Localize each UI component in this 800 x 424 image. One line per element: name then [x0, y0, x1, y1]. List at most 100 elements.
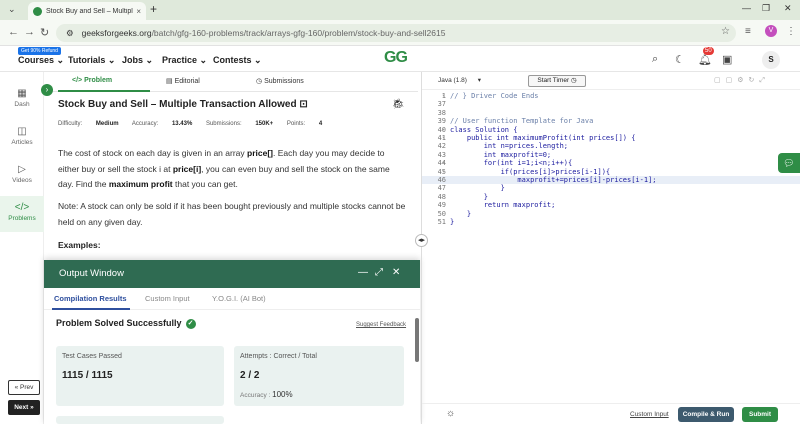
- close-output-icon[interactable]: ✕: [392, 267, 400, 278]
- compile-run-button[interactable]: Compile & Run: [678, 407, 734, 422]
- media-icon[interactable]: ≡: [745, 26, 751, 37]
- fold-toggle-icon[interactable]: ▾: [442, 134, 445, 142]
- code-line[interactable]: 47 }: [422, 184, 800, 192]
- expand-output-icon[interactable]: ⤢: [375, 267, 383, 278]
- problem-meta: Difficulty: Medium Accuracy: 13.43% Subm…: [58, 121, 323, 127]
- code-line[interactable]: 46 maxprofit+=prices[i]-prices[i-1];: [422, 176, 800, 185]
- nav-tutorials[interactable]: Tutorials ⌄: [68, 55, 115, 66]
- code-line[interactable]: 50 }: [422, 210, 800, 218]
- report-bug-icon[interactable]: 🐞︎: [392, 99, 405, 110]
- search-icon[interactable]: ⌕: [652, 53, 658, 66]
- minimize-output-icon[interactable]: —: [358, 267, 368, 278]
- tab-close-icon[interactable]: ×: [136, 7, 141, 16]
- code-line[interactable]: 42 int n=prices.length;: [422, 142, 800, 150]
- line-number: 49: [437, 201, 446, 210]
- tab-yogi-bot[interactable]: Y.O.G.I. (AI Bot): [212, 294, 266, 303]
- bookmark-star-icon[interactable]: ☆: [721, 26, 730, 37]
- code-line[interactable]: 40 ▾ class Solution {: [422, 126, 800, 134]
- code-line[interactable]: 41 ▾ public int maximumProfit(int prices[…: [422, 134, 800, 142]
- output-window: Output Window — ⤢ ✕ Compilation Results …: [44, 260, 420, 424]
- browser-menu-icon[interactable]: ⋮: [786, 26, 796, 37]
- fold-toggle-icon[interactable]: ▾: [442, 92, 445, 100]
- tab-compilation-results[interactable]: Compilation Results: [54, 294, 127, 303]
- dark-mode-icon[interactable]: ☾: [675, 53, 685, 66]
- output-tab-underline: [52, 308, 130, 310]
- test-cases-value: 1115 / 1115: [62, 370, 113, 381]
- collapse-rail-icon[interactable]: ›: [41, 84, 53, 96]
- code-line[interactable]: 51}: [422, 218, 800, 226]
- code-text: }: [450, 218, 455, 226]
- editor-tool-icons[interactable]: ▢▢⚙↻⤢: [714, 76, 770, 85]
- site-settings-icon[interactable]: ⚙: [66, 28, 74, 39]
- book-icon: ◫: [17, 126, 27, 137]
- prev-button[interactable]: « Prev: [8, 380, 40, 395]
- next-button[interactable]: Next »: [8, 400, 40, 415]
- nav-contests[interactable]: Contests ⌄: [213, 55, 262, 66]
- tab-list-chevron-icon[interactable]: ⌄: [8, 4, 16, 15]
- left-rail: ▦ Dash ◫ Articles ▷ Videos </> Problems: [0, 72, 44, 424]
- output-scrollbar[interactable]: [415, 318, 419, 362]
- forward-icon[interactable]: →: [24, 26, 35, 38]
- suggest-feedback-link[interactable]: Suggest Feedback: [356, 322, 406, 328]
- close-window-icon[interactable]: ✕: [784, 3, 792, 14]
- theme-toggle-icon[interactable]: ☼: [446, 408, 455, 419]
- line-number: 48: [437, 192, 446, 201]
- code-line[interactable]: 1 ▾// } Driver Code Ends: [422, 92, 800, 100]
- test-cases-label: Test Cases Passed: [62, 353, 122, 360]
- browser-profile-avatar[interactable]: V: [765, 25, 777, 37]
- code-line[interactable]: 45 ▾ if(prices[i]>prices[i-1]){: [422, 168, 800, 176]
- code-line[interactable]: 43 int maxprofit=0;: [422, 151, 800, 159]
- rail-label: Problems: [8, 215, 36, 222]
- nav-practice[interactable]: Practice ⌄: [162, 55, 207, 66]
- rail-item-problems[interactable]: </> Problems: [0, 196, 44, 232]
- new-tab-button[interactable]: +: [150, 2, 157, 16]
- rail-item-articles[interactable]: ◫ Articles: [0, 126, 44, 156]
- chat-icon[interactable]: 💬︎: [778, 153, 800, 173]
- code-text: maxprofit+=prices[i]-prices[i-1];: [450, 176, 657, 184]
- code-line[interactable]: 39 // User function Template for Java: [422, 117, 800, 125]
- restore-icon[interactable]: ❐: [762, 3, 770, 14]
- minimize-icon[interactable]: —: [742, 3, 751, 13]
- line-number: 43: [437, 150, 446, 159]
- tab-custom-input[interactable]: Custom Input: [145, 294, 190, 303]
- user-avatar[interactable]: S: [762, 51, 780, 69]
- fold-toggle-icon[interactable]: ▾: [442, 126, 445, 134]
- browser-tab[interactable]: Stock Buy and Sell – Multiple Tr... ×: [28, 2, 146, 20]
- nav-courses[interactable]: Courses ⌄: [18, 55, 64, 66]
- url-field[interactable]: ⚙ geeksforgeeks.org /batch/gfg-160-probl…: [56, 24, 736, 42]
- fold-toggle-icon[interactable]: ▾: [442, 168, 445, 176]
- solved-status: Problem Solved Successfully ✓: [56, 318, 196, 329]
- code-text: class Solution {: [450, 125, 518, 134]
- code-text: for(int i=1;i<n;i++){: [450, 159, 573, 168]
- problem-title: Stock Buy and Sell – Multiple Transactio…: [58, 99, 308, 110]
- rail-label: Dash: [14, 101, 30, 108]
- code-text: }: [450, 192, 488, 201]
- gfg-logo[interactable]: GG: [384, 49, 408, 67]
- code-line[interactable]: 49 return maxprofit;: [422, 201, 800, 209]
- code-line[interactable]: 38: [422, 109, 800, 117]
- language-select[interactable]: Java (1.8) ▾: [438, 76, 481, 84]
- check-circle-icon: ✓: [185, 318, 196, 329]
- tab-submissions[interactable]: ◷ Submissions: [256, 77, 304, 85]
- code-line[interactable]: 48 }: [422, 193, 800, 201]
- tab-problem[interactable]: </> Problem: [72, 77, 112, 84]
- reload-icon[interactable]: ↻: [40, 26, 49, 39]
- submit-button[interactable]: Submit: [742, 407, 778, 422]
- nav-jobs[interactable]: Jobs ⌄: [122, 55, 153, 66]
- start-timer-button[interactable]: Start Timer ◷: [528, 75, 586, 87]
- custom-input-link[interactable]: Custom Input: [630, 411, 669, 418]
- code-line[interactable]: 37: [422, 100, 800, 108]
- rail-item-dash[interactable]: ▦ Dash: [0, 88, 44, 118]
- back-icon[interactable]: ←: [8, 26, 19, 38]
- language-icon[interactable]: ▣: [722, 53, 732, 66]
- tab-editorial[interactable]: ▤ Editorial: [166, 77, 200, 85]
- code-line[interactable]: 44 ▾ for(int i=1;i<n;i++){: [422, 159, 800, 167]
- bookmark-icon[interactable]: ⊡: [299, 99, 307, 110]
- fold-toggle-icon[interactable]: ▾: [442, 159, 445, 167]
- output-title: Output Window: [59, 268, 124, 279]
- line-number: 51: [437, 218, 446, 226]
- pane-resize-handle[interactable]: ◂▸: [415, 234, 428, 247]
- rail-item-videos[interactable]: ▷ Videos: [0, 164, 44, 194]
- dashboard-icon: ▦: [17, 88, 27, 99]
- browser-tabbar: ⌄ Stock Buy and Sell – Multiple Tr... × …: [0, 0, 800, 20]
